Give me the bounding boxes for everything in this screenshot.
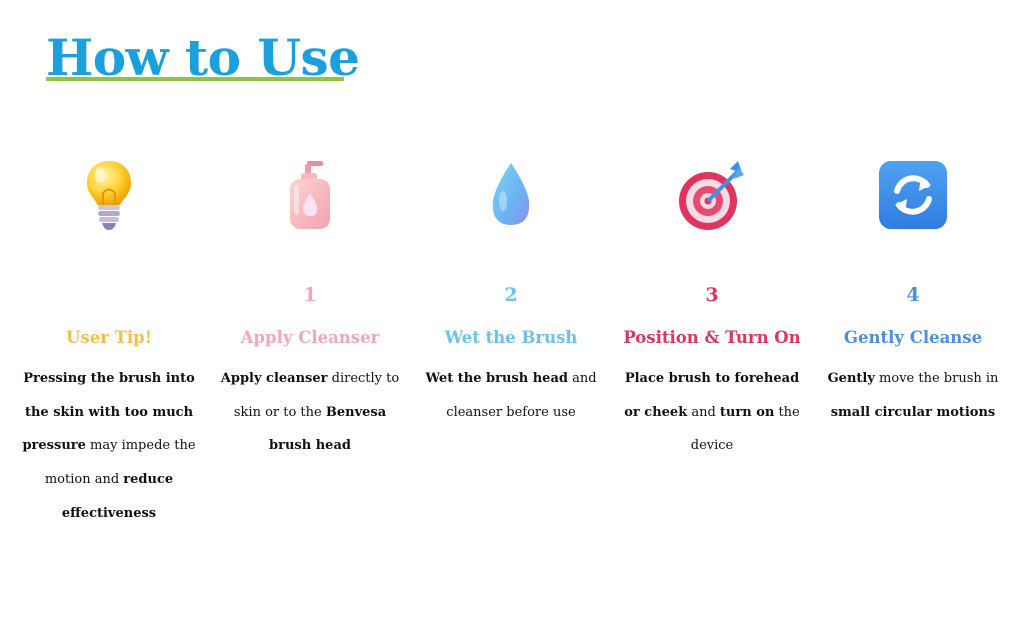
step-4-column: 4 Gently Cleanse Gently move the brush i…: [818, 150, 1008, 429]
tip-number-spacer: [14, 284, 204, 306]
lotion-bottle-icon: [290, 161, 330, 229]
title-underline: [46, 77, 344, 81]
description-bold-text: small circular motions: [830, 404, 996, 420]
description-text: and: [687, 404, 720, 420]
step-3-number: 3: [705, 284, 719, 306]
step-4-title: Gently Cleanse: [843, 328, 983, 347]
refresh-icon: [879, 161, 947, 229]
description-bold-text: Wet the brush head: [425, 371, 568, 386]
water-drop-icon: [492, 163, 530, 225]
tip-description: Pressing the brush into the skin with to…: [14, 362, 204, 531]
step-4-number: 4: [906, 284, 920, 306]
step-3-description: Place brush to forehead or cheek and tur…: [617, 362, 807, 463]
step-1-column: 1 Apply Cleanser Apply cleanser directly…: [215, 150, 405, 463]
target-icon: [679, 161, 744, 230]
step-1-icon-wrap: [215, 150, 405, 240]
description-bold-text: Gently: [827, 371, 875, 386]
step-1-number: 1: [303, 284, 317, 306]
step-1-description: Apply cleanser directly to skin or to th…: [215, 362, 405, 463]
step-1-title: Apply Cleanser: [240, 328, 380, 347]
description-text: move the brush in: [874, 371, 999, 386]
step-3-column: 3 Position & Turn On Place brush to fore…: [617, 150, 807, 463]
tip-title: User Tip!: [66, 328, 152, 347]
tip-icon-wrap: [14, 150, 204, 240]
description-bold-text: turn on: [719, 404, 775, 420]
step-4-description: Gently move the brush in small circular …: [818, 362, 1008, 429]
description-bold-text: Apply cleanser: [220, 371, 328, 386]
step-3-title: Position & Turn On: [623, 328, 801, 347]
step-2-title: Wet the Brush: [444, 328, 578, 347]
light-bulb-icon: [87, 161, 131, 230]
step-2-column: 2 Wet the Brush Wet the brush head and c…: [416, 150, 606, 429]
step-2-icon-wrap: [416, 150, 606, 240]
step-2-number: 2: [504, 284, 518, 306]
tip-column: User Tip! Pressing the brush into the sk…: [14, 150, 204, 531]
step-4-icon-wrap: [818, 150, 1008, 240]
step-3-icon-wrap: [617, 150, 807, 240]
step-2-description: Wet the brush head and cleanser before u…: [416, 362, 606, 429]
